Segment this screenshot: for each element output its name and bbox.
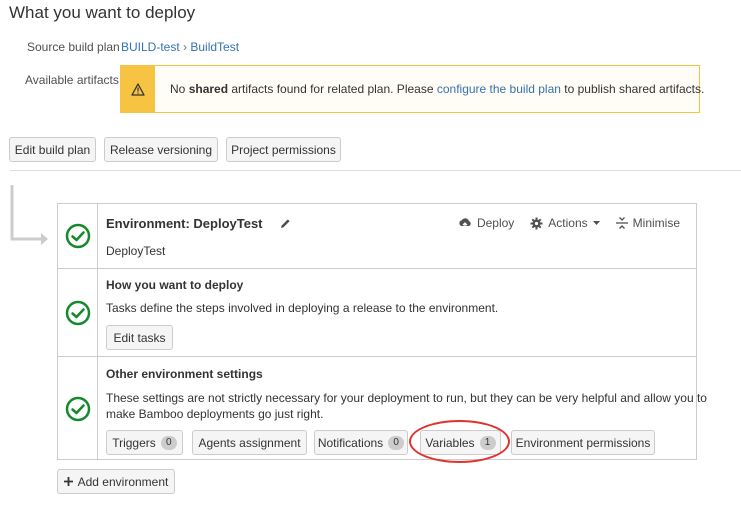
divider xyxy=(10,170,741,171)
pencil-icon[interactable] xyxy=(280,217,291,232)
add-environment-button[interactable]: Add environment xyxy=(57,469,175,494)
notifications-label: Notifications xyxy=(317,435,384,450)
page-heading: What you want to deploy xyxy=(9,3,196,22)
how-to-deploy-content: How you want to deploy Tasks define the … xyxy=(106,278,498,315)
warning-bold: shared xyxy=(188,82,229,96)
tasks-status xyxy=(58,269,98,356)
triggers-count-badge: 0 xyxy=(160,435,177,450)
warning-prefix: No xyxy=(170,82,189,96)
check-circle-icon xyxy=(65,300,90,325)
check-circle-icon xyxy=(65,223,90,249)
minimise-icon xyxy=(615,217,628,229)
other-settings-description-1: These settings are not strictly necessar… xyxy=(106,391,707,405)
environment-status xyxy=(58,204,98,268)
other-settings-content: Other environment settings These setting… xyxy=(106,367,707,421)
environment-name: DeployTest xyxy=(106,244,166,258)
deploy-label: Deploy xyxy=(476,216,515,230)
settings-status xyxy=(58,357,98,460)
check-circle-icon xyxy=(65,396,90,421)
notifications-count-badge: 0 xyxy=(388,435,405,450)
configure-build-plan-link[interactable]: configure the build plan xyxy=(437,82,561,96)
environment-panel: Environment: DeployTest DeployTest Deplo… xyxy=(57,203,707,460)
environment-header: Environment: DeployTest DeployTest xyxy=(106,216,291,258)
agents-assignment-button[interactable]: Agents assignment xyxy=(192,430,307,455)
plus-icon xyxy=(63,477,73,486)
cloud-upload-icon xyxy=(459,218,471,229)
add-environment-label: Add environment xyxy=(77,474,169,489)
actions-label: Actions xyxy=(548,216,588,230)
gear-icon xyxy=(530,217,543,229)
available-artifacts-label: Available artifacts xyxy=(25,73,119,87)
chevron-down-icon xyxy=(592,220,600,225)
variables-button[interactable]: Variables 1 xyxy=(420,430,501,455)
other-settings-row: Other environment settings These setting… xyxy=(58,356,707,460)
edit-tasks-button[interactable]: Edit tasks xyxy=(106,325,173,350)
shared-artifacts-warning: No shared artifacts found for related pl… xyxy=(120,65,704,113)
release-versioning-button[interactable]: Release versioning xyxy=(104,137,218,162)
environment-permissions-button[interactable]: Environment permissions xyxy=(511,430,655,455)
actions-dropdown[interactable]: Actions xyxy=(530,216,600,230)
warning-icon xyxy=(121,66,155,112)
source-plan-link[interactable]: BuildTest xyxy=(190,40,239,54)
how-to-deploy-description: Tasks define the steps involved in deplo… xyxy=(106,301,499,315)
how-to-deploy-row: How you want to deploy Tasks define the … xyxy=(58,268,696,356)
warning-suffix: to publish shared artifacts. xyxy=(560,82,705,96)
environment-actions: Deploy Actions Minimise xyxy=(458,216,680,230)
other-settings-title: Other environment settings xyxy=(106,367,263,381)
project-permissions-button[interactable]: Project permissions xyxy=(226,137,341,162)
source-build-plan-value: BUILD-test › BuildTest xyxy=(121,40,239,54)
variables-label: Variables xyxy=(425,435,475,450)
minimise-label: Minimise xyxy=(632,216,680,230)
other-settings-description-2: make Bamboo deployments go just right. xyxy=(106,407,324,421)
warning-message: No shared artifacts found for related pl… xyxy=(170,82,704,96)
breadcrumb-separator: › xyxy=(183,40,188,54)
notifications-button[interactable]: Notifications 0 xyxy=(314,430,408,455)
flow-connector-arrow xyxy=(10,185,48,245)
minimise-action[interactable]: Minimise xyxy=(615,216,680,230)
deploy-action[interactable]: Deploy xyxy=(458,216,514,230)
source-build-plan-label: Source build plan xyxy=(27,40,120,54)
environment-title: Environment: DeployTest xyxy=(106,216,263,231)
edit-build-plan-button[interactable]: Edit build plan xyxy=(9,137,96,162)
warning-middle: artifacts found for related plan. Please xyxy=(228,82,437,96)
triggers-label: Triggers xyxy=(112,435,156,450)
environment-header-row: Environment: DeployTest DeployTest Deplo… xyxy=(58,204,696,268)
how-to-deploy-title: How you want to deploy xyxy=(106,278,244,292)
variables-count-badge: 1 xyxy=(479,435,496,450)
triggers-button[interactable]: Triggers 0 xyxy=(106,430,183,455)
source-project-link[interactable]: BUILD-test xyxy=(121,40,180,54)
